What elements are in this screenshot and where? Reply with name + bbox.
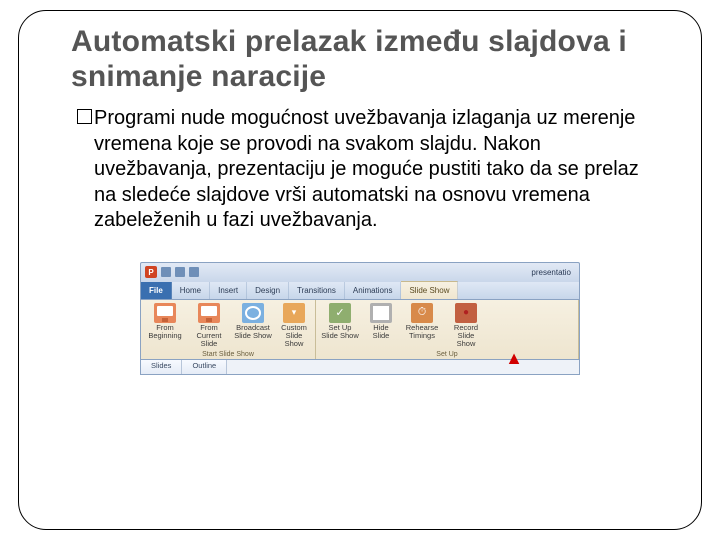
custom-slide-show-label: CustomSlide Show — [277, 324, 311, 348]
record-slide-show-button[interactable]: Record SlideShow — [446, 303, 486, 348]
from-beginning-icon — [154, 303, 176, 323]
broadcast-label: BroadcastSlide Show — [234, 324, 272, 340]
quick-access-toolbar: P presentatio — [140, 262, 580, 282]
hide-slide-button[interactable]: HideSlide — [364, 303, 398, 340]
group-set-up: Set UpSlide Show HideSlide RehearseTimin… — [316, 300, 579, 359]
broadcast-slide-show-button[interactable]: BroadcastSlide Show — [233, 303, 273, 340]
tab-transitions[interactable]: Transitions — [289, 282, 345, 299]
powerpoint-logo-icon: P — [145, 266, 157, 278]
ribbon-tabs: File Home Insert Design Transitions Anim… — [140, 282, 580, 300]
highlight-arrow-icon: ▲ — [505, 354, 523, 363]
from-current-slide-icon — [198, 303, 220, 323]
hide-slide-icon — [370, 303, 392, 323]
broadcast-icon — [242, 303, 264, 323]
set-up-label: Set UpSlide Show — [321, 324, 359, 340]
bullet-square-icon — [77, 109, 92, 124]
slide-title: Automatski prelazak između slajdova i sn… — [71, 25, 681, 94]
body-paragraph: Programi nude mogućnost uvežbavanja izla… — [94, 106, 655, 234]
tab-outline[interactable]: Outline — [182, 360, 227, 374]
record-slide-show-label: Record SlideShow — [446, 324, 486, 348]
rehearse-timings-icon — [411, 303, 433, 323]
slide-frame: Automatski prelazak između slajdova i sn… — [18, 10, 702, 530]
tab-animations[interactable]: Animations — [345, 282, 402, 299]
tab-slides[interactable]: Slides — [141, 360, 182, 374]
save-icon[interactable] — [161, 267, 171, 277]
set-up-icon — [329, 303, 351, 323]
group-start-slide-show-label: Start Slide Show — [141, 351, 315, 359]
powerpoint-ribbon-screenshot: P presentatio File Home Insert Design Tr… — [140, 262, 580, 375]
ribbon-content: FromBeginning FromCurrent Slide Broadcas… — [140, 300, 580, 360]
group-set-up-label: Set Up — [316, 351, 578, 359]
tab-insert[interactable]: Insert — [210, 282, 247, 299]
document-title: presentatio — [531, 268, 571, 277]
hide-slide-label: HideSlide — [373, 324, 390, 340]
from-current-slide-label: FromCurrent Slide — [189, 324, 229, 348]
set-up-slide-show-button[interactable]: Set UpSlide Show — [320, 303, 360, 340]
tab-slide-show[interactable]: Slide Show — [401, 281, 458, 299]
from-beginning-button[interactable]: FromBeginning — [145, 303, 185, 340]
from-current-slide-button[interactable]: FromCurrent Slide — [189, 303, 229, 348]
tab-file[interactable]: File — [141, 282, 172, 299]
rehearse-timings-label: RehearseTimings — [406, 324, 439, 340]
custom-slide-show-icon — [283, 303, 305, 323]
custom-slide-show-button[interactable]: CustomSlide Show — [277, 303, 311, 348]
group-start-slide-show: FromBeginning FromCurrent Slide Broadcas… — [141, 300, 316, 359]
slide-body: Programi nude mogućnost uvežbavanja izla… — [77, 106, 655, 234]
redo-icon[interactable] — [189, 267, 199, 277]
tab-design[interactable]: Design — [247, 282, 289, 299]
from-beginning-label: FromBeginning — [148, 324, 181, 340]
undo-icon[interactable] — [175, 267, 185, 277]
record-slide-show-icon — [455, 303, 477, 323]
tab-home[interactable]: Home — [172, 282, 210, 299]
rehearse-timings-button[interactable]: RehearseTimings — [402, 303, 442, 340]
